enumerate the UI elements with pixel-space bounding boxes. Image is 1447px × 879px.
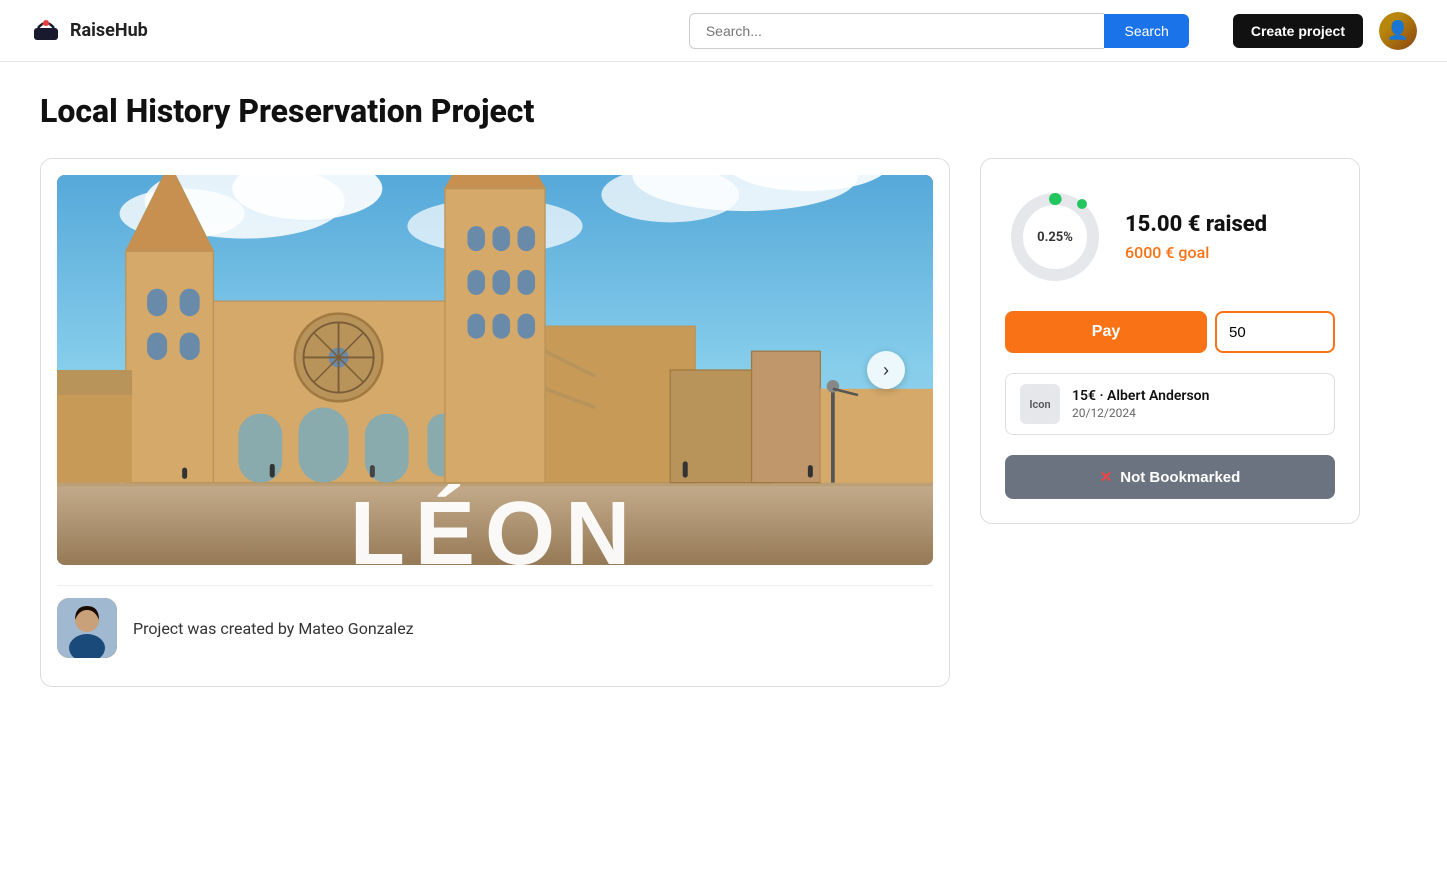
creator-avatar: [57, 598, 117, 658]
donut-percentage: 0.25%: [1005, 187, 1105, 287]
bookmark-label: Not Bookmarked: [1120, 469, 1240, 486]
next-image-button[interactable]: ›: [867, 351, 905, 389]
logo-link[interactable]: RaiseHub: [30, 12, 160, 49]
user-avatar[interactable]: 👤: [1379, 12, 1417, 50]
cathedral-scene-svg: LÉON: [57, 175, 933, 565]
logo-text: RaiseHub: [70, 20, 148, 41]
donation-name: 15€ · Albert Anderson: [1072, 388, 1320, 404]
main-content: Local History Preservation Project: [0, 62, 1400, 727]
project-image-wrapper: LÉON ›: [57, 175, 933, 565]
donation-info: 15€ · Albert Anderson 20/12/2024: [1072, 388, 1320, 420]
bookmark-x-icon: ✕: [1100, 468, 1113, 486]
goal-amount: 6000 € goal: [1125, 243, 1335, 262]
search-input[interactable]: [689, 13, 1105, 49]
search-button[interactable]: Search: [1104, 14, 1188, 48]
creator-text: Project was created by Mateo Gonzalez: [133, 619, 414, 638]
svg-text:LÉON: LÉON: [350, 483, 640, 565]
page-title: Local History Preservation Project: [40, 92, 1360, 130]
donation-date: 20/12/2024: [1072, 406, 1320, 420]
donut-chart: 0.25%: [1005, 187, 1105, 287]
donut-indicator-dot: [1077, 199, 1087, 209]
navbar: RaiseHub Search Create project 👤: [0, 0, 1447, 62]
donation-icon-box: Icon: [1020, 384, 1060, 424]
raised-amount: 15.00 € raised: [1125, 212, 1335, 238]
avatar-image: 👤: [1379, 12, 1417, 50]
create-project-button[interactable]: Create project: [1233, 14, 1363, 48]
image-card: LÉON › Project: [40, 158, 950, 687]
funding-text: 15.00 € raised 6000 € goal: [1125, 212, 1335, 261]
search-area: Search: [689, 13, 1189, 49]
pay-button[interactable]: Pay: [1005, 311, 1207, 353]
creator-row: Project was created by Mateo Gonzalez: [57, 585, 933, 670]
nav-right: Create project 👤: [1233, 12, 1417, 50]
donut-row: 0.25% 15.00 € raised 6000 € goal: [1005, 187, 1335, 287]
content-row: LÉON › Project: [40, 158, 1360, 687]
creator-avatar-image: [57, 598, 117, 658]
bookmark-button[interactable]: ✕ Not Bookmarked: [1005, 455, 1335, 499]
logo-icon: [30, 12, 62, 49]
donation-entry: Icon 15€ · Albert Anderson 20/12/2024: [1005, 373, 1335, 435]
amount-input[interactable]: [1215, 311, 1335, 353]
funding-card: 0.25% 15.00 € raised 6000 € goal Pay Ico…: [980, 158, 1360, 524]
pay-row: Pay: [1005, 311, 1335, 353]
